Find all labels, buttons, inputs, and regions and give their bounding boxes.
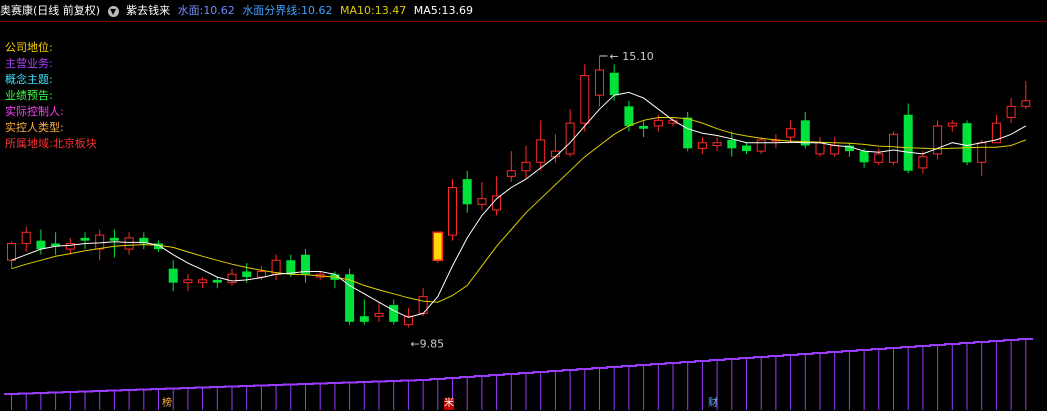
- candle-body: [830, 145, 840, 155]
- candle-body: [786, 128, 796, 138]
- candle-body: [903, 114, 913, 171]
- candle-body: [109, 237, 119, 241]
- candle-body: [80, 237, 90, 241]
- candle-body: [742, 145, 751, 152]
- candle-body: [859, 151, 869, 163]
- candle-body: [448, 187, 457, 236]
- boundary-value: 10.62: [301, 4, 333, 17]
- candle-body: [1021, 100, 1031, 107]
- ma5-value: 13.69: [441, 4, 473, 17]
- candle-body: [124, 237, 134, 250]
- candle-body: [815, 142, 825, 155]
- candle-body: [624, 106, 634, 126]
- candle-body: [697, 142, 707, 149]
- candle-body: [21, 231, 31, 244]
- candle-body: [536, 139, 546, 163]
- candle-body: [256, 270, 266, 278]
- candle-body: [168, 268, 178, 283]
- candle-body: [977, 142, 987, 163]
- water-label: 水面:: [177, 4, 204, 17]
- candle-body: [492, 195, 502, 211]
- candle-body: [7, 242, 16, 261]
- candle-body: [359, 316, 369, 322]
- candle-body: [918, 156, 928, 169]
- indicator-name[interactable]: 紫去钱来: [126, 4, 170, 17]
- candle-body: [756, 139, 766, 152]
- candle-body: [389, 305, 399, 322]
- ma5-line: [11, 91, 1027, 318]
- low-price-label: ←9.85: [410, 337, 444, 350]
- candle-body: [242, 271, 252, 278]
- stock-title[interactable]: 奥赛康(日线 前复权): [0, 4, 100, 17]
- candle-body: [183, 279, 193, 284]
- candle-body: [506, 170, 516, 177]
- candle-body: [432, 231, 444, 262]
- candle-body: [595, 69, 604, 96]
- marker-bang: 榜: [162, 398, 172, 409]
- candle-body: [639, 125, 649, 129]
- candlestick-chart[interactable]: ← 15.10 ←9.85: [0, 22, 1047, 411]
- chart-header: 奥赛康(日线 前复权) ▼ 紫去钱来 水面:10.62 水面分界线:10.62 …: [0, 0, 1047, 22]
- candle-body: [580, 75, 590, 124]
- candle-body: [874, 153, 884, 163]
- candle-body: [565, 122, 575, 155]
- candle-body: [521, 161, 531, 172]
- boundary-label: 水面分界线:: [242, 4, 302, 17]
- candle-body: [609, 72, 619, 96]
- ma10-line: [11, 117, 1026, 303]
- candle-body: [36, 240, 46, 250]
- candle-body: [653, 119, 663, 127]
- chevron-down-circle-icon[interactable]: ▼: [107, 5, 119, 17]
- marker-mi: 米: [444, 398, 454, 410]
- ma5-label: MA5:: [413, 4, 442, 17]
- ma10-value: 13.47: [374, 4, 407, 17]
- water-value: 10.62: [203, 4, 235, 17]
- candle-body: [727, 139, 737, 149]
- candle-body: [889, 133, 898, 163]
- candle-body: [65, 242, 75, 250]
- candle-body: [947, 122, 957, 127]
- candle-body: [962, 123, 972, 163]
- candle-body: [477, 198, 487, 205]
- candle-body: [374, 312, 384, 317]
- candle-body: [212, 279, 222, 283]
- ma10-label: MA10:: [340, 4, 375, 17]
- candle-body: [198, 279, 208, 284]
- candle-body: [462, 179, 472, 205]
- candle-body: [1006, 105, 1016, 119]
- marker-cai: 财: [708, 398, 718, 409]
- candle-body: [95, 234, 105, 250]
- candle-body: [683, 117, 693, 149]
- high-price-label: ← 15.10: [610, 50, 654, 63]
- candle-body: [712, 142, 722, 147]
- candle-body: [286, 260, 296, 275]
